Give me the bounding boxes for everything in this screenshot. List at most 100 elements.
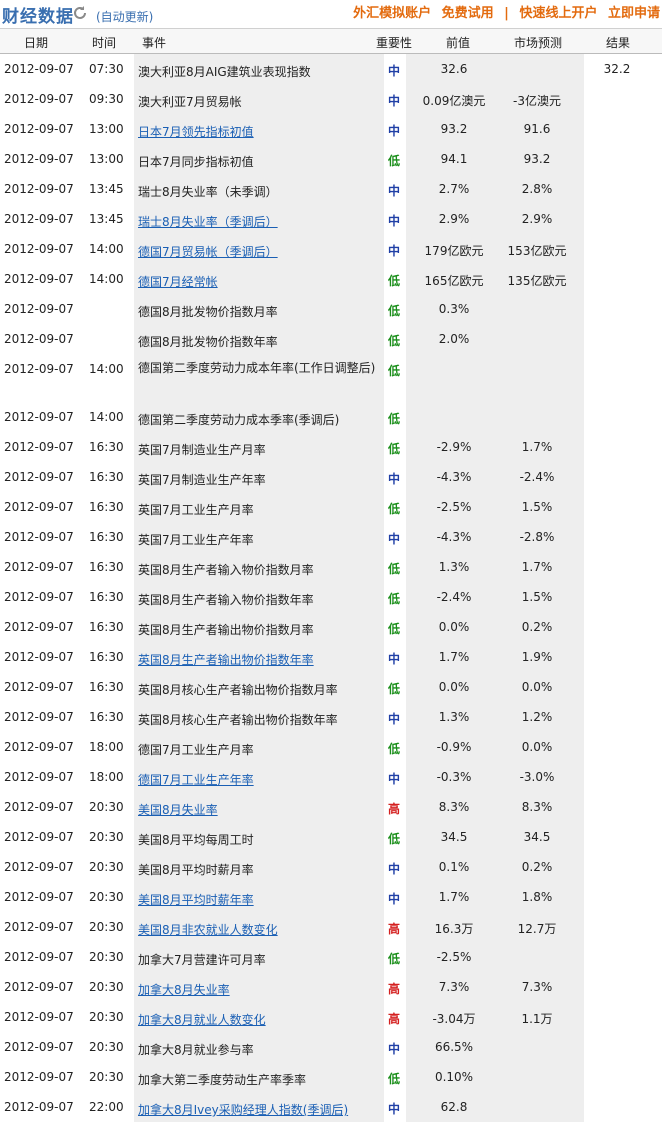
- row-forecast: 91.6: [523, 122, 551, 136]
- row-forecast: 1.7%: [521, 560, 553, 574]
- row-time: 13:45: [89, 182, 124, 196]
- importance-badge: 低: [388, 952, 401, 966]
- row-importance-cell: 低: [384, 492, 406, 522]
- row-time: 20:30: [89, 1070, 124, 1084]
- row-forecast: 1.5%: [521, 500, 553, 514]
- row-event-cell: 德国7月贸易帐（季调后）: [134, 234, 384, 264]
- row-values-cell: -2.9% 1.7%: [406, 432, 584, 462]
- row-forecast: 1.1万: [521, 1012, 553, 1026]
- table-row: 2012-09-07 20:30 加拿大第二季度劳动生产率季率 低 0.10%: [0, 1062, 662, 1092]
- row-previous: 0.09亿澳元: [422, 94, 486, 108]
- row-event[interactable]: 美国8月非农就业人数变化: [138, 920, 376, 940]
- row-time: 20:30: [89, 890, 124, 904]
- row-importance-cell: 低: [384, 432, 406, 462]
- row-event[interactable]: 美国8月失业率: [138, 800, 376, 820]
- col-previous: 前值: [446, 36, 471, 50]
- row-time: 16:30: [89, 650, 124, 664]
- row-time: 18:00: [89, 770, 124, 784]
- row-event[interactable]: 美国8月平均时薪年率: [138, 890, 376, 910]
- row-date: 2012-09-07: [4, 212, 74, 226]
- open-account-link[interactable]: 快速线上开户: [519, 6, 597, 21]
- row-importance-cell: 中: [384, 762, 406, 792]
- row-event: 德国7月工业生产月率: [138, 743, 254, 757]
- row-date: 2012-09-07: [4, 92, 74, 106]
- row-forecast: 93.2: [523, 152, 551, 166]
- row-event[interactable]: 加拿大8月Ivey采购经理人指数(季调后): [138, 1100, 376, 1120]
- row-values-cell: 0.1% 0.2%: [406, 852, 584, 882]
- row-event-cell: 英国8月生产者输出物价指数月率: [134, 612, 384, 642]
- row-time: 13:00: [89, 152, 124, 166]
- row-importance-cell: 低: [384, 324, 406, 354]
- col-date: 日期: [24, 36, 49, 50]
- row-values-cell: 8.3% 8.3%: [406, 792, 584, 822]
- row-time: 20:30: [89, 920, 124, 934]
- table-row: 2012-09-07 16:30 英国8月核心生产者输出物价指数年率 中 1.3% 1.2…: [0, 702, 662, 732]
- row-values-cell: [406, 354, 584, 402]
- row-event[interactable]: 德国7月贸易帐（季调后）: [138, 242, 376, 262]
- table-row: 2012-09-07 16:30 英国7月制造业生产年率 中 -4.3% -2.4%: [0, 462, 662, 492]
- row-previous: 7.3%: [438, 980, 470, 994]
- row-values-cell: 1.3% 1.7%: [406, 552, 584, 582]
- row-date: 2012-09-07: [4, 272, 74, 286]
- importance-badge: 中: [388, 94, 401, 108]
- row-date: 2012-09-07: [4, 530, 74, 544]
- row-forecast: -2.8%: [519, 530, 555, 544]
- row-event[interactable]: 加拿大8月失业率: [138, 980, 376, 1000]
- row-previous: 62.8: [440, 1100, 468, 1114]
- row-previous: 1.7%: [438, 650, 470, 664]
- row-forecast: 0.2%: [521, 620, 553, 634]
- apply-now-link[interactable]: 立即申请: [608, 6, 660, 21]
- row-previous: -0.9%: [436, 740, 472, 754]
- row-importance-cell: 低: [384, 354, 406, 402]
- table-row: 2012-09-07 16:30 英国8月生产者输出物价指数年率中 1.7% 1.9%: [0, 642, 662, 672]
- row-previous: 165亿欧元: [424, 274, 484, 288]
- row-event[interactable]: 加拿大8月就业人数变化: [138, 1010, 376, 1030]
- free-trial-link[interactable]: 免费试用: [442, 6, 494, 21]
- importance-badge: 中: [388, 214, 401, 228]
- importance-badge: 中: [388, 532, 401, 546]
- table-row: 2012-09-07 德国8月批发物价指数月率 低 0.3%: [0, 294, 662, 324]
- row-values-cell: 2.9% 2.9%: [406, 204, 584, 234]
- row-previous: 93.2: [440, 122, 468, 136]
- row-time: 09:30: [89, 92, 124, 106]
- importance-badge: 低: [388, 622, 401, 636]
- importance-badge: 低: [388, 1072, 401, 1086]
- row-event[interactable]: 德国7月经常帐: [138, 272, 376, 292]
- importance-badge: 低: [388, 592, 401, 606]
- row-importance-cell: 中: [384, 462, 406, 492]
- demo-account-link[interactable]: 外汇模拟账户: [353, 6, 431, 21]
- page-title: 财经数据: [2, 7, 74, 27]
- refresh-icon[interactable]: [72, 5, 88, 21]
- row-event[interactable]: 瑞士8月失业率（季调后）: [138, 212, 376, 232]
- row-event[interactable]: 德国7月工业生产年率: [138, 770, 376, 790]
- row-date: 2012-09-07: [4, 860, 74, 874]
- row-importance-cell: 低: [384, 144, 406, 174]
- row-event: 英国7月工业生产年率: [138, 533, 254, 547]
- row-values-cell: 94.1 93.2: [406, 144, 584, 174]
- row-importance-cell: 低: [384, 612, 406, 642]
- row-date: 2012-09-07: [4, 362, 74, 376]
- row-date: 2012-09-07: [4, 470, 74, 484]
- row-values-cell: 1.7% 1.9%: [406, 642, 584, 672]
- row-event-cell: 英国8月核心生产者输出物价指数年率: [134, 702, 384, 732]
- row-event-cell: 美国8月非农就业人数变化: [134, 912, 384, 942]
- row-time: 16:30: [89, 530, 124, 544]
- row-date: 2012-09-07: [4, 152, 74, 166]
- row-event-cell: 英国7月工业生产年率: [134, 522, 384, 552]
- table-row: 2012-09-07 20:30 美国8月平均时薪月率 中 0.1% 0.2%: [0, 852, 662, 882]
- table-row: 2012-09-07 德国8月批发物价指数年率 低 2.0%: [0, 324, 662, 354]
- row-event-cell: 瑞士8月失业率（未季调）: [134, 174, 384, 204]
- row-importance-cell: 低: [384, 552, 406, 582]
- row-previous: 34.5: [440, 830, 468, 844]
- row-forecast: 1.7%: [521, 440, 553, 454]
- row-previous: 0.0%: [438, 680, 470, 694]
- table-row: 2012-09-07 20:30 加拿大7月营建许可月率 低 -2.5%: [0, 942, 662, 972]
- row-previous: -2.4%: [436, 590, 472, 604]
- row-event[interactable]: 英国8月生产者输出物价指数年率: [138, 650, 376, 670]
- importance-badge: 低: [388, 442, 401, 456]
- importance-badge: 低: [388, 562, 401, 576]
- row-previous: -0.3%: [436, 770, 472, 784]
- row-event[interactable]: 日本7月领先指标初值: [138, 122, 376, 142]
- auto-update-label: (自动更新): [96, 10, 154, 24]
- table-row: 2012-09-07 20:30 加拿大8月失业率高 7.3% 7.3%: [0, 972, 662, 1002]
